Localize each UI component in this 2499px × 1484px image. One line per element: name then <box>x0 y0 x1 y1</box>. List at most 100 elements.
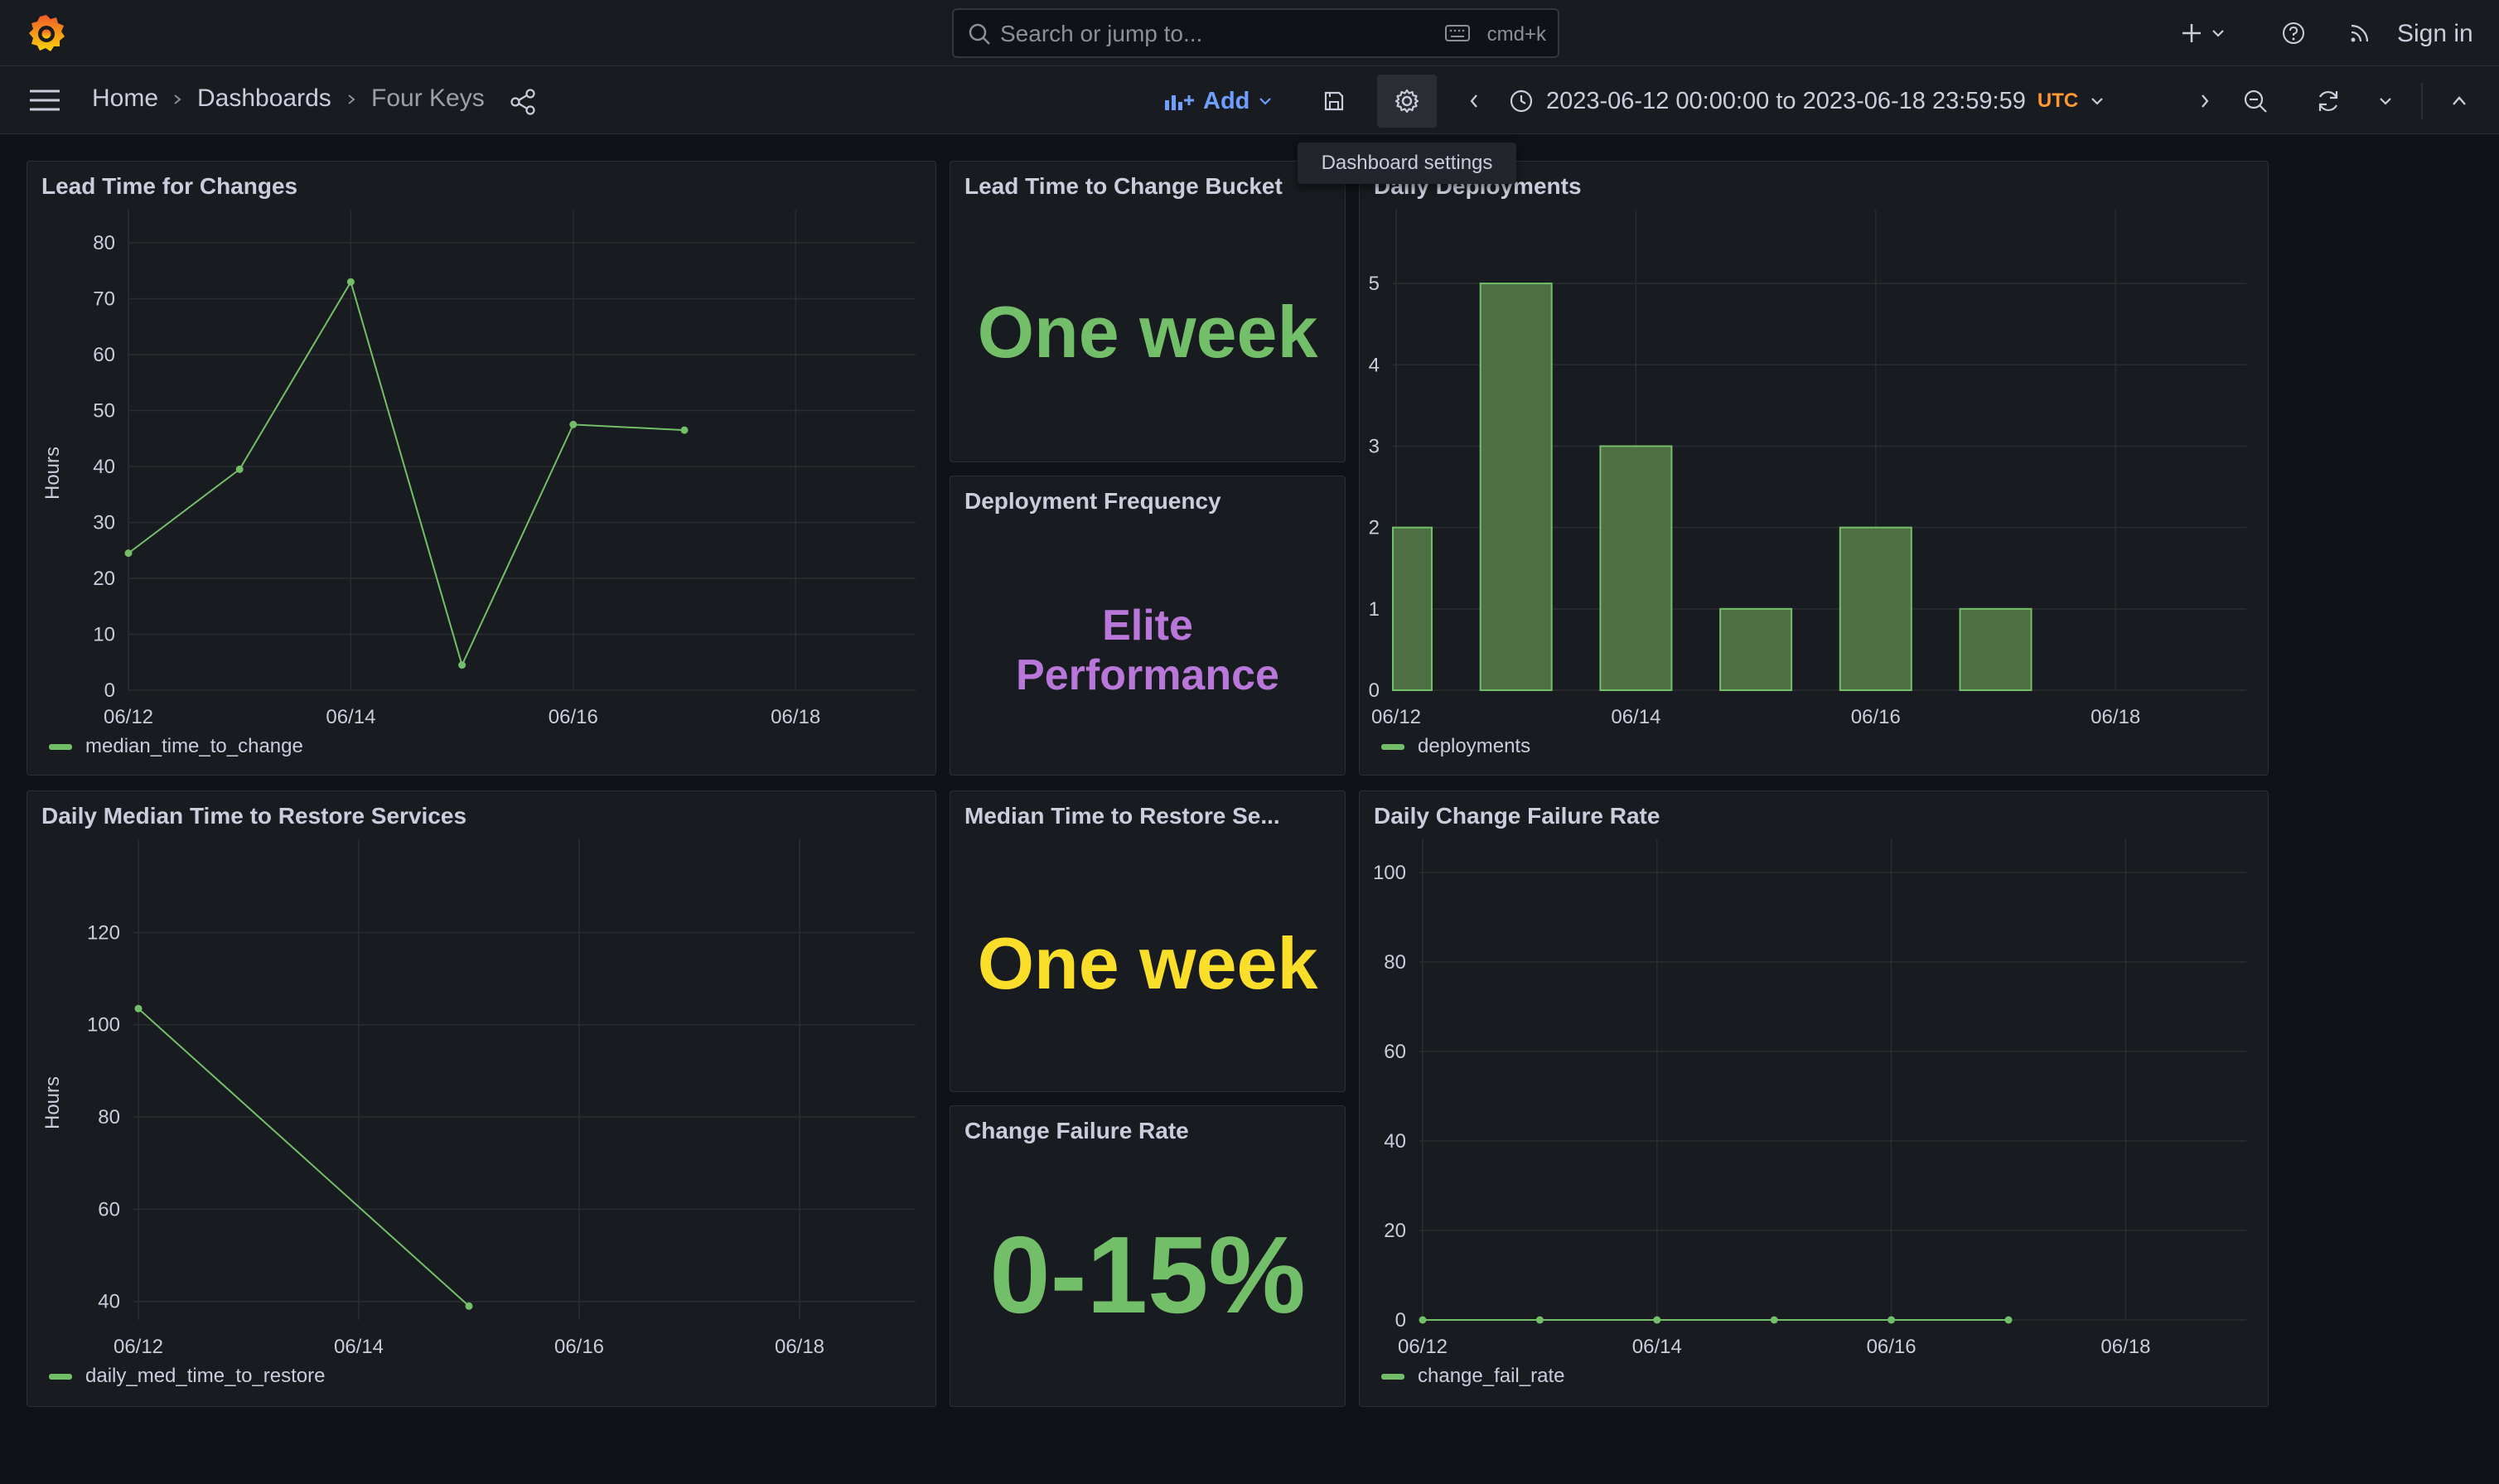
search-bar[interactable]: Search or jump to... cmd+k <box>952 8 1559 58</box>
chevron-down-icon <box>2091 98 2103 105</box>
time-range-picker[interactable]: 2023-06-12 00:00:00 to 2023-06-18 23:59:… <box>1508 83 2105 119</box>
panel-title: Lead Time to Change Bucket <box>964 173 1283 199</box>
y-tick-label: 0 <box>1369 679 1380 702</box>
y-tick-label: 100 <box>87 1014 120 1037</box>
y-tick-label: 4 <box>1369 354 1380 376</box>
chart-legend[interactable]: daily_med_time_to_restore <box>49 1365 326 1388</box>
timezone-label: UTC <box>2037 89 2079 112</box>
bar <box>1719 607 1793 691</box>
x-tick-label: 06/18 <box>2100 1336 2150 1358</box>
y-tick-label: 120 <box>87 921 120 944</box>
bar <box>1479 283 1553 691</box>
panel-daily-median-time-to-restore[interactable]: Daily Median Time to Restore Services 40… <box>27 790 936 1407</box>
legend-swatch <box>1381 1374 1404 1380</box>
top-bar: Search or jump to... cmd+k Sign in <box>0 0 2499 66</box>
x-tick-label: 06/16 <box>1867 1336 1917 1358</box>
x-tick-label: 06/18 <box>775 1336 824 1358</box>
data-point <box>569 420 578 428</box>
y-tick-label: 2 <box>1369 517 1380 539</box>
search-shortcut: cmd+k <box>1486 23 1546 46</box>
stat-value: One week <box>977 291 1318 373</box>
legend-label: deployments <box>1418 735 1531 757</box>
data-point <box>465 1302 473 1310</box>
time-shift-forward-button[interactable] <box>2192 88 2217 114</box>
data-point <box>1535 1316 1544 1324</box>
chevron-down-icon <box>2212 30 2224 37</box>
grafana-logo-icon[interactable] <box>25 12 68 55</box>
panel-lead-time-for-changes[interactable]: Lead Time for Changes 0 10 20 30 40 50 60 70 80 0… <box>27 161 936 776</box>
y-tick-label: 70 <box>93 288 115 311</box>
lead-time-chart: 0 10 20 30 40 50 60 70 80 06/12 06/14 06/16 06/18 Hou… <box>41 210 916 728</box>
stat-value: Elite Performance <box>950 601 1345 700</box>
news-button[interactable] <box>2345 18 2375 48</box>
panel-lead-time-bucket[interactable]: Lead Time to Change Bucket One week <box>950 161 1346 462</box>
menu-icon[interactable] <box>28 88 61 113</box>
stat-value-line: Elite <box>1102 602 1193 650</box>
y-tick-label: 3 <box>1369 435 1380 457</box>
search-icon <box>969 23 990 45</box>
breadcrumb-current: Four Keys <box>371 85 485 112</box>
time-shift-back-button[interactable] <box>1462 88 1486 114</box>
clock-icon <box>1510 89 1533 113</box>
rss-icon <box>2351 24 2369 42</box>
chart-legend[interactable]: median_time_to_change <box>49 735 303 758</box>
data-point <box>1419 1316 1427 1324</box>
chart-legend[interactable]: deployments <box>1381 735 1530 758</box>
data-point <box>134 1004 143 1013</box>
x-tick-label: 06/14 <box>334 1336 384 1358</box>
y-tick-label: 60 <box>93 344 115 366</box>
refresh-icon <box>2318 90 2338 112</box>
y-tick-label: 0 <box>104 679 115 702</box>
panel-median-time-to-restore[interactable]: Median Time to Restore Se... One week <box>950 790 1346 1092</box>
panel-daily-change-failure-rate[interactable]: Daily Change Failure Rate 0 20 40 60 80 100 06… <box>1359 790 2269 1407</box>
legend-swatch <box>1381 744 1404 751</box>
refresh-interval-dropdown[interactable] <box>2373 89 2398 113</box>
data-point <box>680 426 689 434</box>
refresh-button[interactable] <box>2313 86 2343 116</box>
collapse-header-button[interactable] <box>2444 88 2474 114</box>
y-tick-label: 60 <box>1384 1041 1406 1063</box>
x-tick-label: 06/18 <box>771 706 820 728</box>
panel-change-failure-rate[interactable]: Change Failure Rate 0-15% <box>950 1105 1346 1407</box>
stat-value-line: Performance <box>1016 651 1279 699</box>
new-menu-button[interactable] <box>2174 18 2232 48</box>
y-tick-label: 40 <box>93 456 115 478</box>
daily-deployments-chart: 0 1 2 3 4 5 06/12 06/14 06/16 06/18 <box>1369 210 2246 728</box>
breadcrumb-dashboards[interactable]: Dashboards <box>197 85 331 113</box>
chart-legend[interactable]: change_fail_rate <box>1381 1365 1564 1388</box>
bar <box>1599 445 1673 691</box>
sign-in-link[interactable]: Sign in <box>2397 20 2473 48</box>
stat-value: One week <box>977 922 1318 1004</box>
panel-daily-deployments[interactable]: Daily Deployments 0 1 2 3 4 5 06/12 06/14 06/16 0… <box>1359 161 2269 776</box>
breadcrumb-home[interactable]: Home <box>92 85 158 113</box>
x-tick-label: 06/12 <box>104 706 153 728</box>
series-line <box>128 279 685 668</box>
chevron-up-icon <box>2453 96 2466 105</box>
zoom-out-icon <box>2244 89 2267 113</box>
x-tick-label: 06/16 <box>549 706 598 728</box>
legend-label: daily_med_time_to_restore <box>85 1365 326 1387</box>
y-tick-label: 10 <box>93 624 115 646</box>
gear-icon <box>1395 89 1419 114</box>
panel-deployment-frequency[interactable]: Deployment Frequency Elite Performance <box>950 476 1346 776</box>
toolbar-divider <box>2421 83 2423 119</box>
bar <box>1959 607 2033 691</box>
panel-title: Change Failure Rate <box>964 1118 1189 1143</box>
x-tick-label: 06/12 <box>1398 1336 1448 1358</box>
series-line <box>138 1008 470 1308</box>
chevron-left-icon <box>1470 94 1477 108</box>
add-label: Add <box>1203 87 1250 114</box>
y-tick-label: 0 <box>1395 1309 1406 1332</box>
dashboard-settings-button[interactable] <box>1377 75 1437 128</box>
zoom-out-button[interactable] <box>2240 86 2270 116</box>
help-button[interactable] <box>2279 18 2308 48</box>
save-dashboard-button[interactable] <box>1319 86 1349 116</box>
data-point <box>2004 1316 2013 1324</box>
share-icon[interactable] <box>509 88 537 116</box>
x-tick-label: 06/14 <box>326 706 375 728</box>
add-button[interactable]: Add <box>1163 83 1273 119</box>
y-tick-label: 1 <box>1369 598 1380 621</box>
restore-time-chart: 40 60 80 100 120 06/12 06/14 06/16 06/18 Hours <box>41 839 916 1358</box>
y-tick-label: 80 <box>1384 951 1406 974</box>
y-tick-label: 80 <box>93 232 115 254</box>
